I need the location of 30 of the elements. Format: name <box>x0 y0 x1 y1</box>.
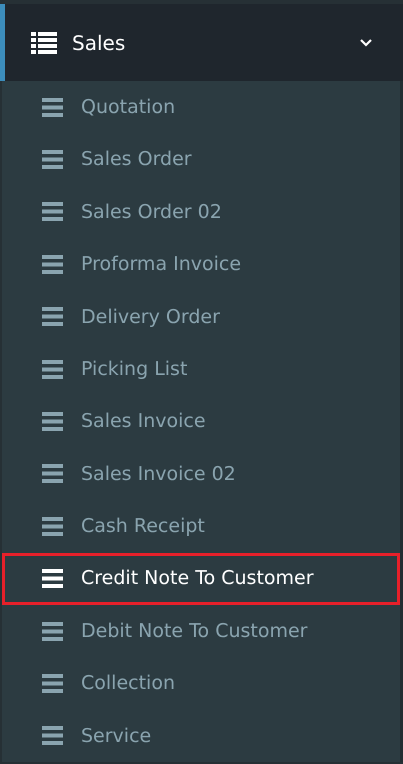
menu-icon <box>42 464 63 484</box>
menu-icon <box>42 254 63 274</box>
menu-item[interactable]: Sales Invoice <box>2 395 400 448</box>
menu-icon <box>42 674 63 693</box>
list-icon <box>31 32 57 54</box>
chevron-icon <box>359 37 373 48</box>
menu-item[interactable]: Credit Note To Customer <box>2 552 400 605</box>
menu-icon <box>42 360 63 379</box>
menu-item[interactable]: Sales Order 02 <box>2 186 400 238</box>
menu-item[interactable]: Sales Order <box>2 133 400 186</box>
menu-title: Sales <box>72 30 126 56</box>
menu-icon <box>42 516 63 536</box>
menu-item[interactable]: Delivery Order <box>2 290 400 343</box>
menu-item[interactable]: Service <box>2 710 400 762</box>
menu-item[interactable]: Debit Note To Customer <box>2 604 400 658</box>
menu-icon <box>42 412 63 432</box>
menu-item[interactable]: Collection <box>2 657 400 710</box>
menu-icon <box>42 98 63 117</box>
menu-item[interactable]: Proforma Invoice <box>2 238 400 291</box>
menu-item[interactable]: Sales Invoice 02 <box>2 448 400 500</box>
menu-header[interactable]: Sales <box>0 4 403 81</box>
menu-item[interactable]: Quotation <box>2 81 400 134</box>
menu-icon <box>42 726 63 746</box>
menu-icon <box>42 622 63 641</box>
menu-icon <box>42 202 63 222</box>
menu-icon <box>42 307 63 326</box>
menu-icon <box>42 569 63 588</box>
menu-item[interactable]: Cash Receipt <box>2 500 400 553</box>
menu-item[interactable]: Picking List <box>2 342 400 396</box>
menu-icon <box>42 150 63 170</box>
